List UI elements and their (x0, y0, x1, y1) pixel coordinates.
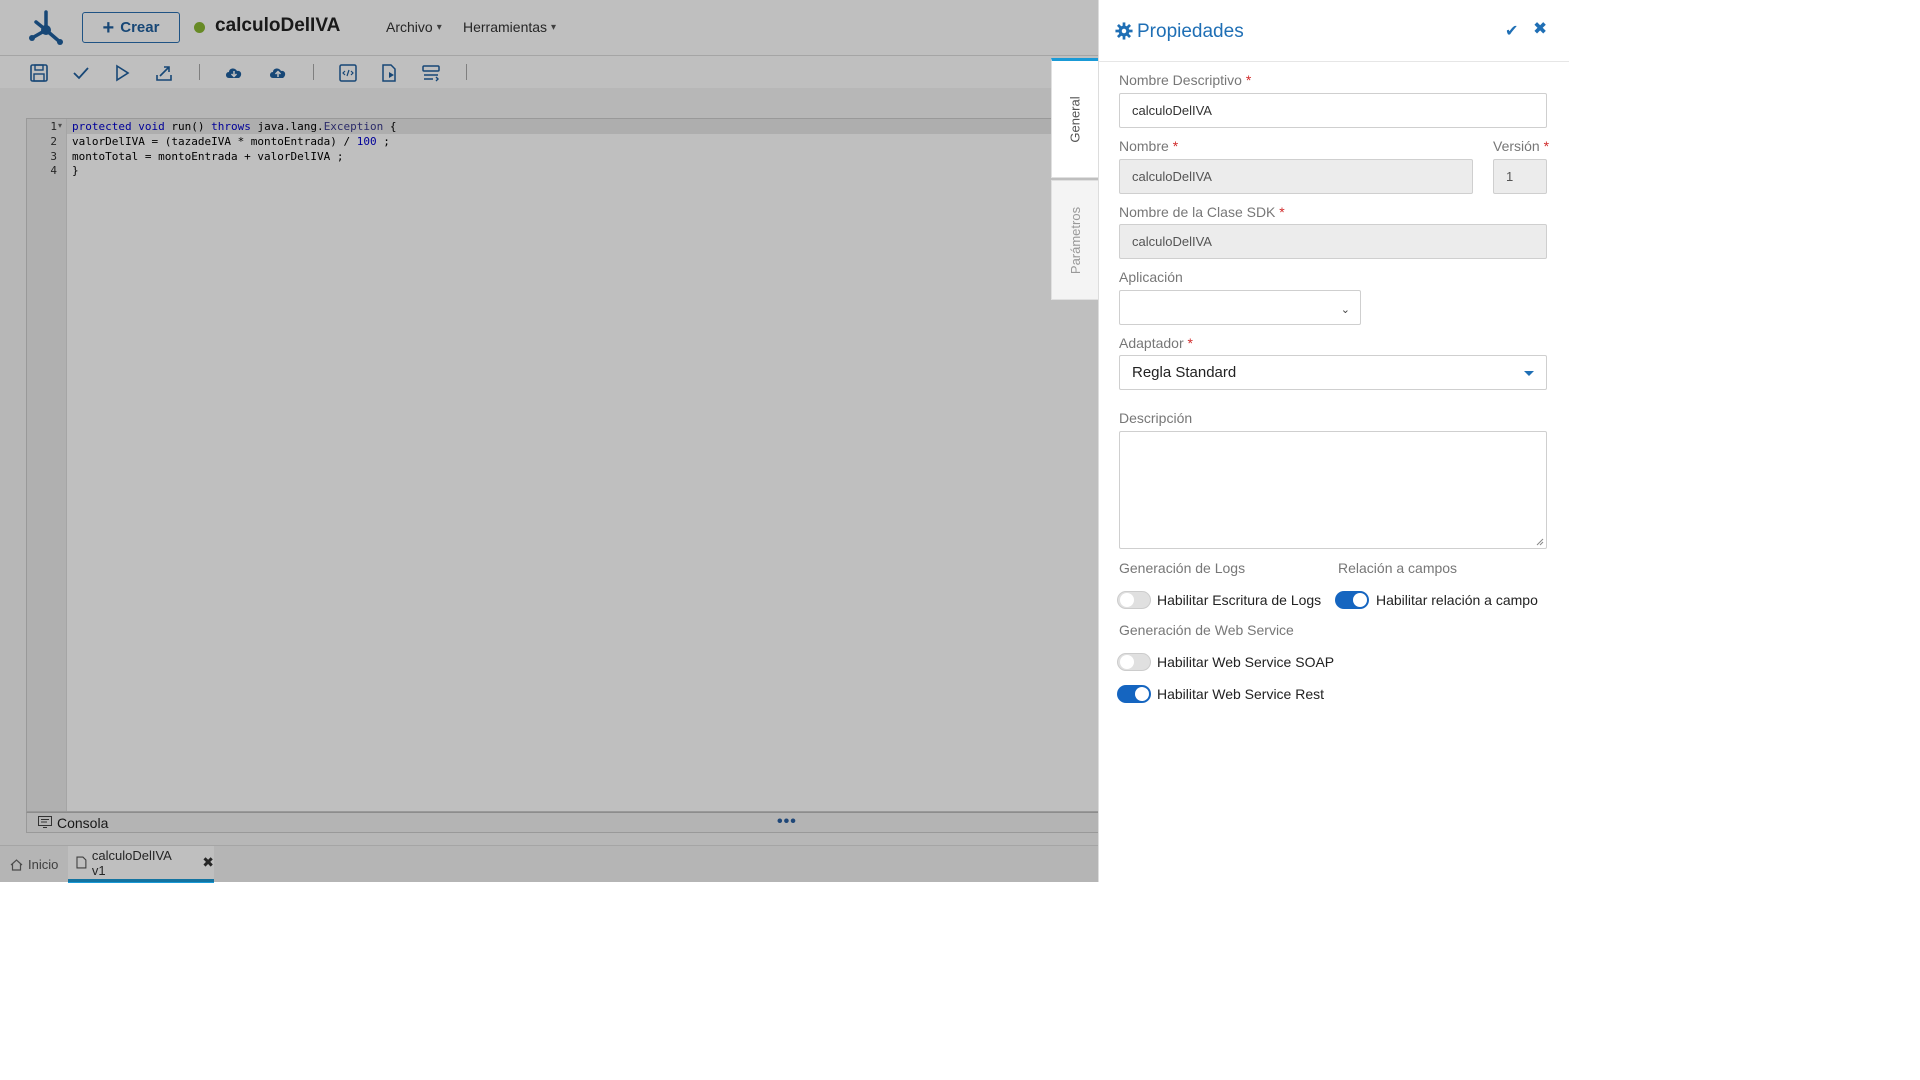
close-button[interactable]: ✖ (1533, 19, 1547, 39)
panel-header: Propiedades ✔ ✖ (1099, 0, 1569, 62)
confirm-button[interactable]: ✔ (1505, 21, 1518, 41)
gear-icon (1115, 22, 1133, 40)
clase-sdk-label: Nombre de la Clase SDK * (1119, 204, 1285, 220)
soap-toggle[interactable] (1117, 653, 1151, 671)
toggle-knob (1120, 593, 1134, 607)
tab-general[interactable]: General (1051, 58, 1099, 178)
toggle-knob (1353, 593, 1367, 607)
logs-toggle-label: Habilitar Escritura de Logs (1157, 592, 1322, 608)
version-label: Versión * (1493, 138, 1550, 154)
resize-handle-icon[interactable] (1536, 538, 1544, 546)
adaptador-label: Adaptador * (1119, 335, 1193, 351)
relacion-toggle[interactable] (1335, 591, 1369, 609)
adaptador-value: Regla Standard (1132, 364, 1237, 381)
relacion-section-label: Relación a campos (1338, 560, 1458, 576)
panel-title: Propiedades (1137, 21, 1244, 42)
tab-parametros-label: Parámetros (1068, 206, 1084, 274)
descripcion-textarea[interactable] (1119, 431, 1547, 549)
relacion-toggle-label: Habilitar relación a campo (1376, 592, 1538, 608)
toggle-knob (1120, 655, 1134, 669)
logs-section-label: Generación de Logs (1119, 560, 1246, 576)
nombre-input: calculoDelIVA (1119, 159, 1473, 194)
properties-panel: Propiedades ✔ ✖ Nombre Descriptivo * cal… (1098, 0, 1569, 882)
tab-general-label: General (1068, 95, 1083, 143)
rest-toggle-label: Habilitar Web Service Rest (1157, 686, 1325, 702)
adaptador-select[interactable]: Regla Standard (1119, 355, 1547, 390)
soap-toggle-label: Habilitar Web Service SOAP (1157, 654, 1335, 670)
nombre-descriptivo-input[interactable]: calculoDelIVA (1119, 93, 1547, 128)
clase-sdk-input: calculoDelIVA (1119, 224, 1547, 259)
logs-toggle[interactable] (1117, 591, 1151, 609)
caret-down-icon (1524, 371, 1534, 376)
aplicacion-label: Aplicación (1119, 269, 1183, 285)
aplicacion-select[interactable]: ⌄ (1119, 290, 1361, 325)
nombre-descriptivo-label: Nombre Descriptivo * (1119, 72, 1252, 88)
rest-toggle[interactable] (1117, 685, 1151, 703)
chevron-down-icon: ⌄ (1340, 304, 1350, 316)
toggle-knob (1135, 687, 1149, 701)
descripcion-label: Descripción (1119, 410, 1193, 426)
version-input: 1 (1493, 159, 1547, 194)
tab-parametros[interactable]: Parámetros (1051, 180, 1099, 300)
webservice-section-label: Generación de Web Service (1119, 622, 1294, 638)
nombre-label: Nombre * (1119, 138, 1179, 154)
